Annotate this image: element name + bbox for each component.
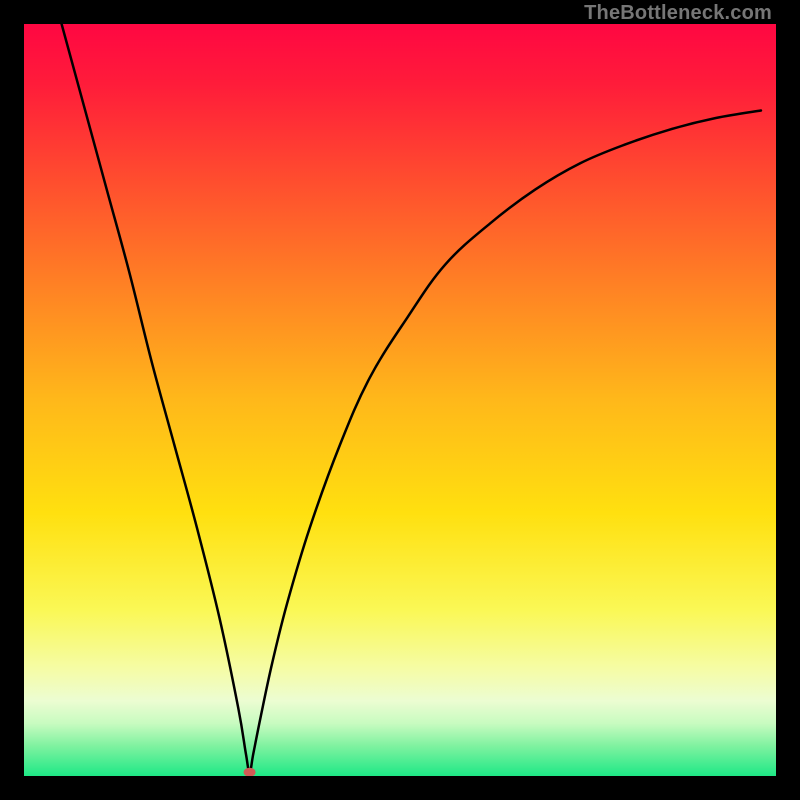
gradient-background <box>24 24 776 776</box>
bottleneck-chart <box>24 24 776 776</box>
branding-label: TheBottleneck.com <box>584 2 772 25</box>
